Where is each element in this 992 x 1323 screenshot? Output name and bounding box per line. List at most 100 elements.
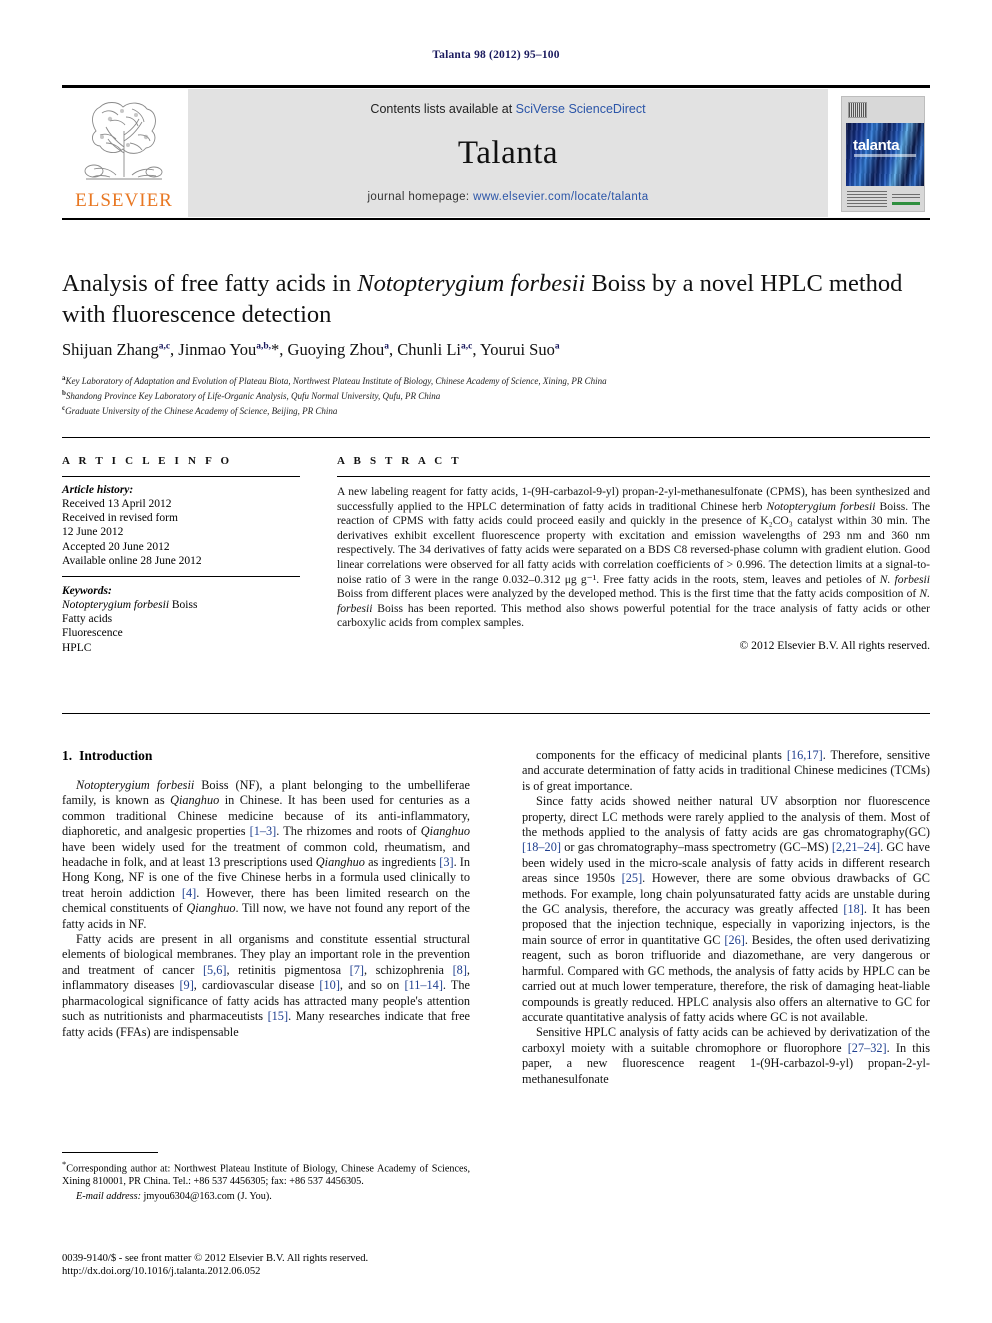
journal-masthead: ELSEVIER Contents lists available at Sci…	[62, 85, 930, 220]
keyword-item: HPLC	[62, 641, 92, 654]
article-info-heading: A R T I C L E I N F O	[62, 455, 233, 467]
imprint-line-1: 0039-9140/$ - see front matter © 2012 El…	[62, 1253, 369, 1264]
body-paragraph: Fatty acids are present in all organisms…	[62, 932, 471, 1039]
citation-reference[interactable]: [26]	[724, 933, 745, 947]
citation-reference[interactable]: [15]	[268, 1009, 289, 1023]
title-species: Notopterygium forbesii	[357, 270, 586, 297]
abstract-rule	[337, 476, 930, 477]
imprint-line-2[interactable]: http://dx.doi.org/10.1016/j.talanta.2012…	[62, 1265, 522, 1278]
keyword-species: Notopterygium forbesii	[62, 599, 170, 612]
citation-reference[interactable]: [3]	[439, 855, 453, 869]
body-paragraph: Since fatty acids showed neither natural…	[522, 794, 930, 1024]
article-page: Talanta 98 (2012) 95–100 ELSEVIER Conten…	[0, 0, 992, 1323]
author-name: Jinmao You	[178, 340, 257, 359]
abstract-species-1: Notopterygium forbesii	[766, 499, 876, 513]
abstract-heading: A B S T R A C T	[337, 455, 462, 467]
journal-homepage-link[interactable]: www.elsevier.com/locate/talanta	[473, 191, 648, 203]
species-name: Qianghuo	[315, 855, 365, 870]
article-info-column: A R T I C L E I N F O Article history: R…	[62, 455, 300, 655]
homepage-prefix: journal homepage:	[367, 191, 474, 203]
affiliation-text: Graduate University of the Chinese Acade…	[65, 406, 338, 417]
keyword-item: Notopterygium forbesii Boiss	[62, 599, 198, 612]
article-history-list: Received 13 April 2012 Received in revise…	[62, 497, 300, 568]
footnote-rule	[62, 1152, 158, 1153]
species-name: Qianghuo	[186, 901, 236, 916]
species-name: Qianghuo	[420, 824, 470, 839]
article-history-item: Received in revised form	[62, 512, 178, 525]
abstract-part-3: Boiss from different places were analyze…	[337, 587, 920, 601]
citation-reference[interactable]: [8]	[453, 963, 467, 977]
citation-reference[interactable]: [16,17]	[787, 748, 823, 762]
abstract-column: A B S T R A C T A new labeling reagent f…	[337, 455, 930, 652]
elsevier-logo: ELSEVIER	[66, 91, 182, 215]
citation-reference[interactable]: [18–20]	[522, 840, 561, 854]
author-list: Shijuan Zhanga,c, Jinmao Youa,b,*, Guoyi…	[62, 340, 560, 359]
affiliation-list: aKey Laboratory of Adaptation and Evolut…	[62, 372, 922, 418]
journal-homepage-line: journal homepage: www.elsevier.com/locat…	[188, 191, 828, 203]
masthead-top-rule	[62, 85, 930, 88]
contents-prefix: Contents lists available at	[370, 102, 516, 116]
author-affiliation-marker: a,c	[460, 341, 473, 352]
citation-reference[interactable]: [18]	[843, 902, 864, 916]
author-name: Chunli Li	[397, 340, 461, 359]
abstract-band-top-rule	[62, 437, 930, 438]
keyword-item: Fluorescence	[62, 627, 123, 640]
citation-reference[interactable]: [9]	[179, 978, 193, 992]
body-paragraph: Notopterygium forbesii Boiss (NF), a pla…	[62, 778, 471, 931]
article-info-rule	[62, 476, 300, 477]
citation-reference[interactable]: [5,6]	[203, 963, 227, 977]
article-history-item: Available online 28 June 2012	[62, 554, 202, 567]
citation-reference[interactable]: [11–14]	[404, 978, 442, 992]
citation-reference[interactable]: [1–3]	[250, 824, 277, 838]
affiliation-text: Shandong Province Key Laboratory of Life…	[65, 391, 441, 402]
author-affiliation-marker: a,c	[158, 341, 171, 352]
author-affiliation-marker: a	[554, 341, 560, 352]
cover-journal-title: talanta	[853, 137, 900, 154]
section-heading-introduction: 1. Introduction	[62, 748, 470, 764]
page-title: Analysis of free fatty acids in Notopter…	[62, 268, 912, 330]
barcode-icon	[848, 102, 867, 118]
abstract-species-2: N. forbesii	[879, 572, 930, 586]
sciencedirect-link[interactable]: SciVerse ScienceDirect	[516, 102, 646, 116]
citation-reference[interactable]: [27–32]	[848, 1041, 887, 1055]
corresponding-author-star: *	[271, 340, 280, 359]
affiliation-item: aKey Laboratory of Adaptation and Evolut…	[62, 372, 922, 387]
author-name: Shijuan Zhang	[62, 340, 159, 359]
affiliation-item: cGraduate University of the Chinese Acad…	[62, 402, 922, 417]
email-line: E-mail address: jmyou6304@163.com (J. Yo…	[62, 1191, 470, 1204]
author-name: Guoying Zhou	[287, 340, 385, 359]
corresponding-author-footnote: *Corresponding author at: Northwest Plat…	[62, 1152, 470, 1203]
right-paragraphs: components for the efficacy of medicinal…	[522, 748, 930, 1087]
email-address[interactable]: jmyou6304@163.com (J. You).	[144, 1191, 272, 1202]
elsevier-tree-icon	[84, 102, 163, 180]
author-name: Yourui Suo	[479, 340, 555, 359]
cover-text-block-right	[892, 194, 920, 198]
title-part-1: Analysis of free fatty acids in	[62, 270, 358, 297]
citation-reference[interactable]: [7]	[350, 963, 364, 977]
citation-reference[interactable]: [10]	[319, 978, 340, 992]
keywords-rule	[62, 576, 300, 578]
article-history-item: Accepted 20 June 2012	[62, 540, 170, 553]
body-paragraph: Sensitive HPLC analysis of fatty acids c…	[522, 1025, 930, 1086]
abstract-copyright: © 2012 Elsevier B.V. All rights reserved…	[739, 638, 930, 652]
keywords-list: Notopterygium forbesii Boiss Fatty acids F…	[62, 598, 300, 655]
cover-artwork: talanta	[846, 123, 924, 186]
article-history-item: 12 June 2012	[62, 526, 124, 539]
corresponding-author-text: Corresponding author at: Northwest Plate…	[62, 1163, 470, 1187]
body-column-right: components for the efficacy of medicinal…	[522, 748, 930, 1087]
contents-available-line: Contents lists available at SciVerse Sci…	[188, 102, 828, 116]
author-affiliation-marker: a	[384, 341, 390, 352]
citation-reference[interactable]: [25]	[622, 871, 643, 885]
section-title: Introduction	[79, 748, 153, 763]
journal-cover-thumbnail: talanta	[834, 91, 930, 215]
cover-subtitle-bar	[854, 154, 916, 157]
keywords-label: Keywords:	[62, 585, 112, 598]
article-history-item: Received 13 April 2012	[62, 498, 172, 510]
cover-inner: talanta	[841, 96, 925, 212]
citation-reference[interactable]: [2,21–24]	[832, 840, 880, 854]
abstract-band-bottom-rule	[62, 713, 930, 714]
affiliation-text: Key Laboratory of Adaptation and Evoluti…	[65, 376, 607, 386]
citation-reference[interactable]: [4]	[182, 886, 196, 900]
abstract-part-4: Boiss has been reported. This method als…	[337, 601, 930, 630]
elsevier-wordmark: ELSEVIER	[75, 190, 173, 211]
